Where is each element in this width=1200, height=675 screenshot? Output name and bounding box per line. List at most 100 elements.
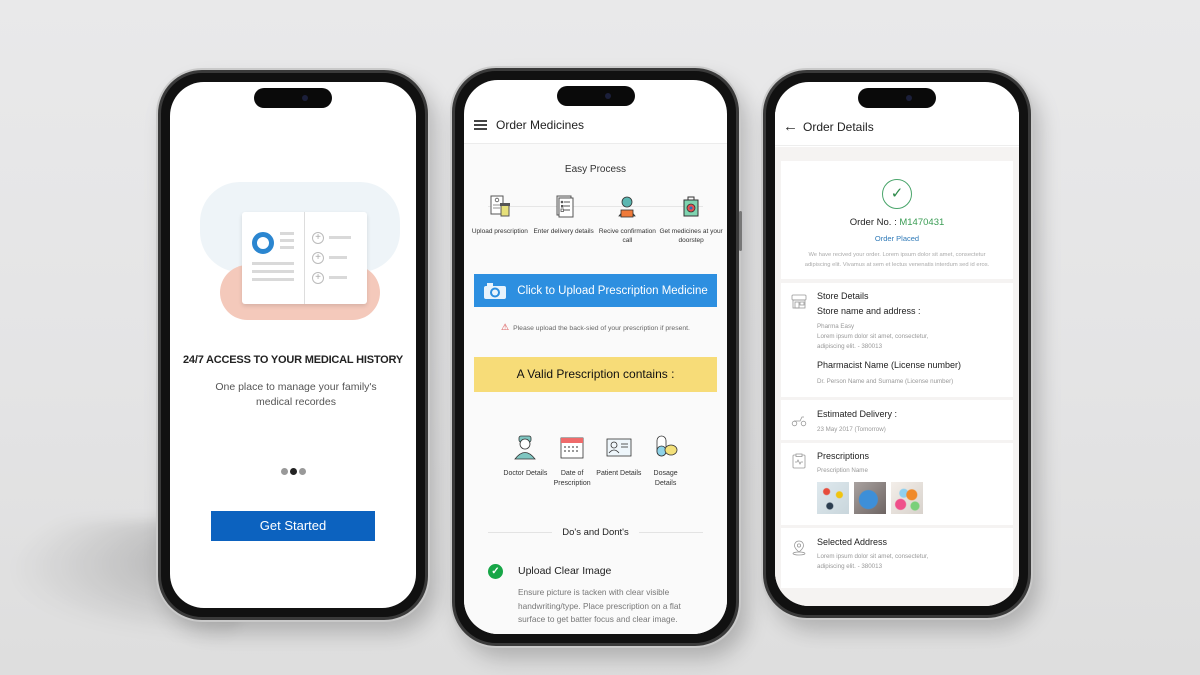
store-icon <box>791 294 807 309</box>
prescriptions-section: Prescriptions Prescription Name <box>781 443 1013 525</box>
step-label: Enter delivery details <box>533 228 594 235</box>
doctor-icon <box>514 435 537 460</box>
order-details-screen: ← Order Details ✓ Order No. : M1470431 O… <box>775 82 1019 606</box>
page-indicator[interactable] <box>170 462 416 480</box>
step-confirmation-call: Recive confirmation call <box>596 194 660 245</box>
requirement-patient: Patient Details <box>596 434 643 489</box>
app-header: ← Order Details <box>775 112 1019 146</box>
page-dot-3[interactable] <box>298 468 306 475</box>
scooter-icon <box>791 416 807 427</box>
order-medicines-content: Easy Process Upload prescription Enter d… <box>464 144 727 634</box>
delivery-checklist-icon <box>556 195 574 218</box>
back-side-warning: ⚠ Please upload the back-sied of your pre… <box>464 322 727 333</box>
calendar-icon <box>560 437 584 459</box>
location-pin-icon <box>792 540 806 556</box>
requirement-label: Date of Prescription <box>553 470 591 487</box>
requirement-date: Date of Prescription <box>549 434 596 489</box>
order-status: Order Placed <box>874 234 920 243</box>
step-enter-delivery: Enter delivery details <box>532 194 596 245</box>
prescription-thumbnail-3[interactable] <box>891 482 923 514</box>
phone-order-details: ← Order Details ✓ Order No. : M1470431 O… <box>763 70 1031 618</box>
requirement-label: Patient Details <box>596 470 642 477</box>
arrow-left-icon[interactable]: ← <box>783 118 798 135</box>
requirement-dosage: Dosage Details <box>642 434 689 489</box>
warning-icon: ⚠ <box>501 322 510 332</box>
onboarding-title: 24/7 ACCESS TO YOUR MEDICAL HISTORY <box>183 354 403 366</box>
pharmacist-name: Dr. Person Name and Surname (License num… <box>817 378 954 385</box>
phone-order-medicines: Order Medicines Easy Process Upload pres… <box>452 68 742 646</box>
step-label: Get medicines at your doorstep <box>659 228 723 244</box>
user-avatar-icon <box>252 232 274 254</box>
upload-button-label: Click to Upload Prescription Medicine <box>517 284 708 297</box>
delivery-title: Estimated Delivery : <box>817 409 898 419</box>
store-name: Pharma Easy <box>817 323 855 330</box>
selected-address-section: Selected Address Lorem ipsum dolor sit a… <box>781 528 1013 588</box>
dos-and-donts-title: Do's and Dont's <box>562 527 629 538</box>
dynamic-island <box>556 86 635 106</box>
prescription-thumbnail-1[interactable] <box>817 482 849 514</box>
side-button <box>739 211 742 251</box>
order-number-label: Order No. : <box>849 217 897 228</box>
pharmacist-label: Pharmacist Name (License number) <box>817 360 962 370</box>
dynamic-island <box>858 88 936 108</box>
requirement-doctor: Doctor Details <box>502 434 549 489</box>
store-address-line1: Lorem ipsum dolor sit amet, consectetur, <box>817 333 929 340</box>
upload-prescription-button[interactable]: Click to Upload Prescription Medicine <box>474 274 717 307</box>
onboarding-subtitle: One place to manage your family's medica… <box>215 381 377 408</box>
prescription-thumbnail-2[interactable] <box>854 482 886 514</box>
prescription-upload-icon <box>490 195 510 217</box>
prescription-requirements: Doctor Details Date of Prescription Pati… <box>502 434 689 489</box>
requirement-label: Doctor Details <box>503 470 548 477</box>
store-address-line2: adipiscing elit. - 380013 <box>817 343 883 350</box>
step-upload-prescription: Upload prescription <box>468 194 532 245</box>
order-message: We have recived your order. Lorem ipsum … <box>804 252 990 268</box>
order-status-card: ✓ Order No. : M1470431 Order Placed We h… <box>781 161 1013 279</box>
medical-records-illustration: + + + <box>190 172 400 332</box>
tip-description: Ensure picture is tacken with clear visi… <box>518 587 681 624</box>
get-started-button[interactable]: Get Started <box>211 511 375 541</box>
store-details-section: Store Details Store name and address : P… <box>781 283 1013 397</box>
onboarding-screen: + + + 24/7 ACCESS TO YOUR MEDICAL HISTOR… <box>170 82 416 608</box>
prescription-thumbnails <box>817 482 923 514</box>
patient-id-card-icon <box>606 438 632 457</box>
delivery-date: 23 May 2017 (Tomorrow) <box>817 426 886 433</box>
open-book-icon: + + + <box>242 212 367 304</box>
dos-and-donts-divider: Do's and Dont's <box>488 527 703 538</box>
store-details-title: Store Details <box>817 291 869 301</box>
address-line1: Lorem ipsum dolor sit amet, consectetur, <box>817 553 929 560</box>
order-number: Order No. : M1470431 <box>781 217 1013 228</box>
valid-prescription-banner: A Valid Prescription contains : <box>474 357 717 392</box>
warning-text: Please upload the back-sied of your pres… <box>513 325 690 332</box>
process-steps: Upload prescription Enter delivery detai… <box>468 194 723 245</box>
dynamic-island <box>254 88 332 108</box>
page-title: Order Medicines <box>496 118 585 132</box>
requirement-label: Dosage Details <box>653 470 678 487</box>
easy-process-title: Easy Process <box>564 164 627 175</box>
clipboard-icon <box>792 453 806 469</box>
store-name-address-label: Store name and address : <box>817 306 921 316</box>
checkmark-icon: ✓ <box>488 564 503 579</box>
prescriptions-title: Prescriptions <box>817 451 870 461</box>
step-label: Upload prescription <box>471 228 528 235</box>
call-support-agent-icon <box>618 196 637 218</box>
address-line2: adipiscing elit. - 380013 <box>817 563 883 570</box>
estimated-delivery-section: Estimated Delivery : 23 May 2017 (Tomorr… <box>781 400 1013 440</box>
tip-title: Upload Clear Image <box>518 565 612 577</box>
page-title: Order Details <box>803 120 874 134</box>
address-title: Selected Address <box>817 537 888 547</box>
phone-onboarding: + + + 24/7 ACCESS TO YOUR MEDICAL HISTOR… <box>158 70 428 620</box>
hamburger-menu-icon[interactable] <box>474 120 487 130</box>
prescription-name: Prescription Name <box>817 467 868 474</box>
order-medicines-screen: Order Medicines Easy Process Upload pres… <box>464 80 727 634</box>
order-number-value: M1470431 <box>899 217 945 228</box>
step-label: Recive confirmation call <box>598 228 656 244</box>
app-header: Order Medicines <box>464 110 727 144</box>
order-details-content: ✓ Order No. : M1470431 Order Placed We h… <box>775 147 1019 606</box>
page-dot-1[interactable] <box>280 468 288 475</box>
step-doorstep-delivery: Get medicines at your doorstep <box>659 194 723 245</box>
page-dot-2-active[interactable] <box>289 468 297 475</box>
camera-icon <box>484 282 507 299</box>
medicine-bag-icon <box>683 196 699 217</box>
pills-icon <box>656 435 678 457</box>
success-check-icon: ✓ <box>882 179 912 209</box>
